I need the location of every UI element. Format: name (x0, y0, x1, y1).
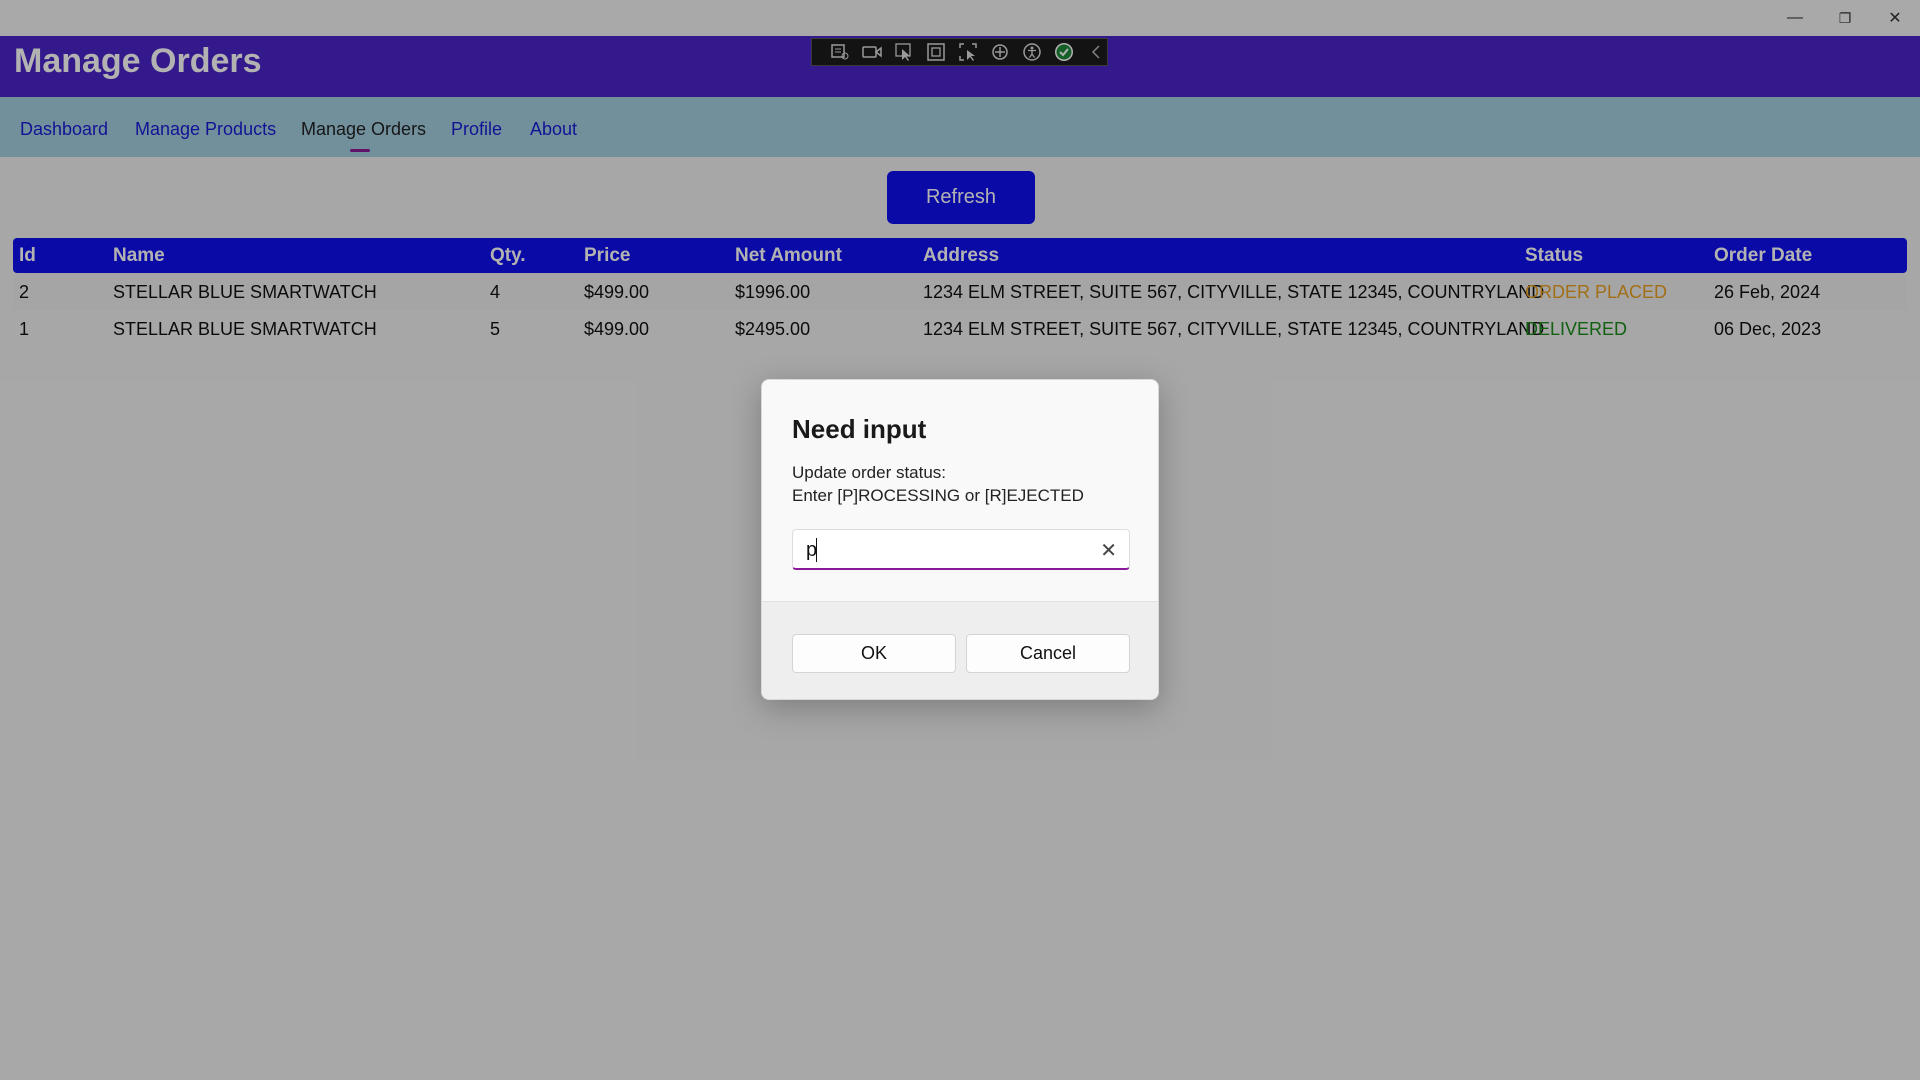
ok-button[interactable]: OK (792, 634, 956, 673)
dialog-footer: OK Cancel (762, 601, 1158, 699)
dialog-message: Update order status: Enter [P]ROCESSING … (792, 461, 1084, 507)
clear-input-icon[interactable]: ✕ (1100, 538, 1117, 563)
input-dialog: Need input Update order status: Enter [P… (761, 379, 1159, 700)
cancel-button[interactable]: Cancel (966, 634, 1130, 673)
dialog-message-line: Enter [P]ROCESSING or [R]EJECTED (792, 486, 1084, 505)
dialog-title: Need input (792, 414, 927, 444)
text-caret (816, 538, 817, 562)
status-input[interactable]: p ✕ (792, 529, 1130, 570)
dialog-message-line: Update order status: (792, 463, 947, 482)
